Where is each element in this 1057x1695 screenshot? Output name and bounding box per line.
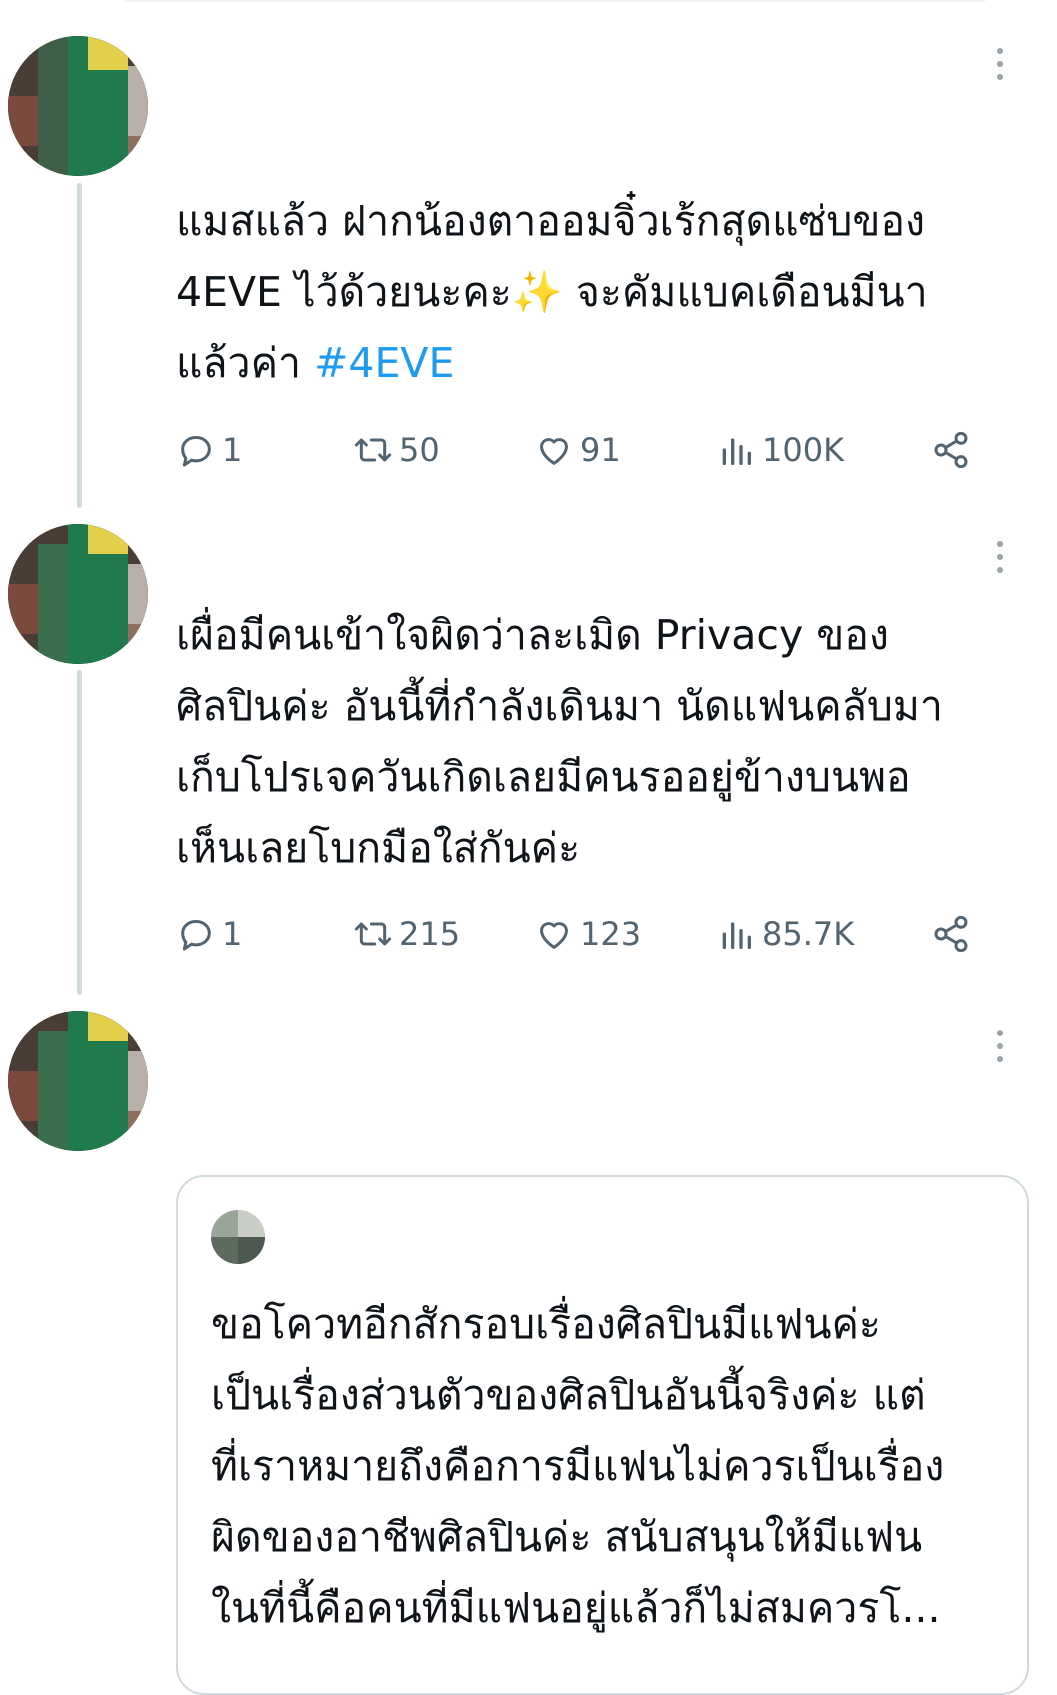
heart-icon — [540, 438, 568, 465]
views-icon — [722, 438, 751, 465]
views-count: 85.7K — [762, 915, 855, 953]
share-button[interactable] — [931, 430, 971, 474]
thread-line — [77, 183, 82, 508]
avatar[interactable] — [8, 36, 148, 176]
views-button[interactable]: 100K — [716, 426, 844, 474]
retweet-icon — [354, 438, 392, 462]
reply-button[interactable]: 1 — [176, 426, 242, 474]
reply-count: 1 — [222, 431, 243, 469]
retweet-icon — [354, 922, 392, 946]
tweet-actions: 1 50 91 100K — [176, 426, 996, 474]
tweet-actions: 1 215 123 85.7K — [176, 910, 996, 958]
avatar[interactable] — [8, 524, 148, 664]
share-icon — [934, 431, 968, 469]
like-button[interactable]: 91 — [534, 426, 621, 474]
more-icon[interactable] — [995, 1030, 1005, 1062]
views-count: 100K — [762, 431, 845, 469]
tweet-text: แมสแล้ว ฝากน้องตาออมจิ๋วเร้กสุดแซ่บของ 4… — [176, 197, 928, 387]
heart-icon — [540, 922, 568, 949]
like-button[interactable]: 123 — [534, 910, 641, 958]
retweet-count: 50 — [399, 431, 440, 469]
reply-icon — [181, 436, 211, 467]
divider — [125, 0, 985, 2]
reply-icon — [181, 920, 211, 951]
quoted-avatar[interactable] — [211, 1210, 265, 1264]
share-button[interactable] — [931, 914, 971, 958]
more-icon[interactable] — [995, 541, 1005, 573]
views-button[interactable]: 85.7K — [716, 910, 854, 958]
quoted-tweet-text: ขอโควทอีกสักรอบเรื่องศิลปินมีแฟนค่ะ เป็น… — [211, 1300, 945, 1632]
quoted-tweet[interactable]: ขอโควทอีกสักรอบเรื่องศิลปินมีแฟนค่ะ เป็น… — [176, 1175, 1029, 1695]
hashtag-link[interactable]: #4EVE — [314, 339, 454, 387]
like-count: 123 — [580, 915, 642, 953]
retweet-count: 215 — [399, 915, 461, 953]
like-count: 91 — [580, 431, 621, 469]
thread-line — [77, 670, 82, 995]
share-icon — [934, 915, 968, 953]
retweet-button[interactable]: 50 — [353, 426, 440, 474]
avatar[interactable] — [8, 1011, 148, 1151]
retweet-button[interactable]: 215 — [353, 910, 460, 958]
more-icon[interactable] — [995, 48, 1005, 80]
reply-button[interactable]: 1 — [176, 910, 242, 958]
tweet-text: เผื่อมีคนเข้าใจผิดว่าละเมิด Privacy ของ … — [176, 611, 943, 872]
reply-count: 1 — [222, 915, 243, 953]
views-icon — [722, 922, 751, 949]
